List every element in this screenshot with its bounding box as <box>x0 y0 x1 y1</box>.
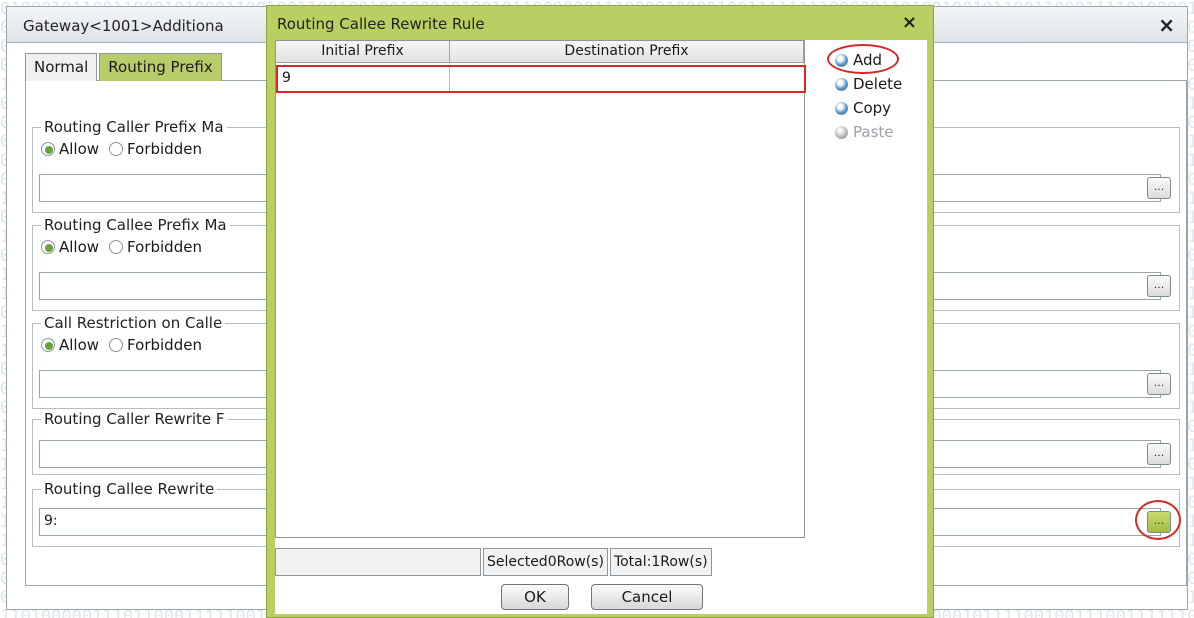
browse-button[interactable]: ... <box>1147 373 1171 395</box>
add-button[interactable]: Add <box>827 44 921 74</box>
dialog-body: Initial Prefix Destination Prefix 9 Add … <box>275 40 927 614</box>
total-rows-status: Total:1Row(s) <box>609 548 712 576</box>
forbidden-label: Forbidden <box>127 238 202 256</box>
column-header-destination-prefix[interactable]: Destination Prefix <box>450 41 804 63</box>
table-status-bar: Selected0Row(s) Total:1Row(s) <box>275 548 805 576</box>
tab-routing-prefix[interactable]: Routing Prefix <box>99 53 222 81</box>
tab-normal[interactable]: Normal <box>25 53 98 81</box>
tab-bar: Normal Routing Prefix <box>25 53 224 81</box>
close-icon[interactable]: × <box>1158 13 1175 37</box>
permission-radio-group: Allow Forbidden <box>41 336 212 354</box>
delete-icon <box>835 77 848 91</box>
paste-label: Paste <box>853 123 894 141</box>
group-title: Routing Callee Prefix Ma <box>41 216 230 234</box>
cancel-button[interactable]: Cancel <box>591 584 703 610</box>
dialog-title: Routing Callee Rewrite Rule <box>277 15 485 33</box>
allow-radio[interactable] <box>41 142 55 156</box>
table-row[interactable]: 9 <box>276 65 806 93</box>
highlight-circle <box>1135 500 1181 540</box>
callee-rewrite-rule-dialog: Routing Callee Rewrite Rule × Initial Pr… <box>266 5 934 618</box>
allow-radio[interactable] <box>41 240 55 254</box>
row-actions: Add Delete Copy Paste <box>827 44 921 144</box>
forbidden-radio[interactable] <box>109 338 124 352</box>
paste-icon <box>835 125 848 139</box>
group-title: Call Restriction on Calle <box>41 314 226 332</box>
browse-button[interactable]: ... <box>1147 177 1171 199</box>
forbidden-radio[interactable] <box>109 240 124 254</box>
forbidden-label: Forbidden <box>127 140 202 158</box>
copy-icon <box>835 101 848 115</box>
forbidden-label: Forbidden <box>127 336 202 354</box>
permission-radio-group: Allow Forbidden <box>41 140 212 158</box>
group-title: Routing Caller Prefix Ma <box>41 118 227 136</box>
allow-radio[interactable] <box>41 338 55 352</box>
copy-label: Copy <box>853 99 892 117</box>
rules-table: Initial Prefix Destination Prefix 9 <box>275 40 806 538</box>
highlight-circle <box>827 44 899 74</box>
forbidden-radio[interactable] <box>109 142 124 156</box>
table-header: Initial Prefix Destination Prefix <box>276 41 804 63</box>
allow-label: Allow <box>59 336 100 354</box>
column-header-initial-prefix[interactable]: Initial Prefix <box>276 41 450 63</box>
delete-button[interactable]: Delete <box>835 72 921 96</box>
browse-button[interactable]: ... <box>1147 443 1171 465</box>
allow-label: Allow <box>59 238 100 256</box>
paste-button[interactable]: Paste <box>835 120 921 144</box>
destination-prefix-cell[interactable] <box>450 67 804 91</box>
allow-label: Allow <box>59 140 100 158</box>
copy-button[interactable]: Copy <box>835 96 921 120</box>
ok-button[interactable]: OK <box>501 584 569 610</box>
group-title: Routing Callee Rewrite <box>41 480 218 498</box>
permission-radio-group: Allow Forbidden <box>41 238 212 256</box>
group-title: Routing Caller Rewrite F <box>41 410 228 428</box>
delete-label: Delete <box>853 75 903 93</box>
initial-prefix-cell[interactable]: 9 <box>278 67 450 91</box>
dialog-titlebar: Routing Callee Rewrite Rule × <box>267 6 933 40</box>
browse-button[interactable]: ... <box>1147 275 1171 297</box>
status-empty-cell <box>275 548 481 576</box>
close-icon[interactable]: × <box>902 12 917 33</box>
gateway-window-title: Gateway<1001>Additiona <box>23 17 224 35</box>
selected-rows-status: Selected0Row(s) <box>483 548 608 576</box>
